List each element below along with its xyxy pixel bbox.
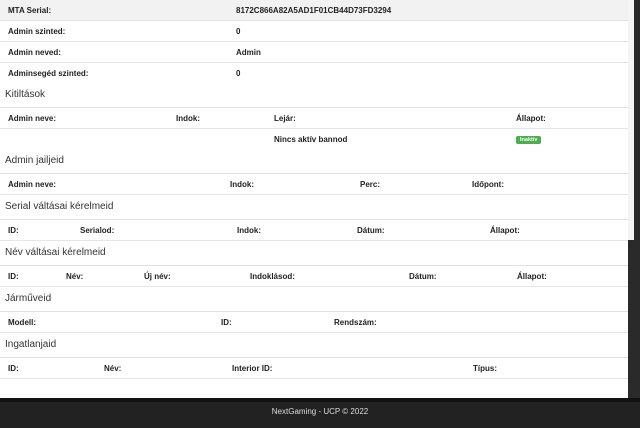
admin-name-value: Admin bbox=[236, 47, 261, 57]
name-col-new-name: Új név: bbox=[144, 271, 171, 281]
serial-value: 8172C866A82A5AD1F01CB44D73FD3294 bbox=[236, 5, 392, 15]
properties-col-name: Név: bbox=[104, 363, 122, 373]
jails-col-minutes: Perc: bbox=[360, 179, 381, 189]
status-badge: Inaktív bbox=[516, 136, 542, 144]
bans-title: Kitiltások bbox=[5, 89, 46, 100]
helper-level-value: 0 bbox=[236, 68, 241, 78]
properties-col-type: Típus: bbox=[473, 363, 497, 373]
bans-empty-row: Nincs aktív bannod Inaktív bbox=[0, 129, 628, 150]
serial-col-reason: Indok: bbox=[237, 225, 261, 235]
name-col-name: Név: bbox=[66, 271, 84, 281]
name-requests-section-header: Név váltásai kérelmeid bbox=[0, 241, 628, 266]
vehicles-header-row: Modell: ID: Rendszám: bbox=[0, 312, 628, 333]
info-row-helper-level: Adminsegéd szinted: 0 bbox=[0, 62, 628, 84]
jails-header-row: Admin neve: Indok: Perc: Időpont: bbox=[0, 174, 628, 195]
info-row-admin-level: Admin szinted: 0 bbox=[0, 20, 628, 42]
serial-col-id: ID: bbox=[8, 225, 19, 235]
name-requests-header-row: ID: Név: Új név: Indoklásod: Dátum: Álla… bbox=[0, 266, 628, 287]
serial-requests-title: Serial váltásai kérelmeid bbox=[5, 201, 114, 212]
properties-section-header: Ingatlanjaid bbox=[0, 333, 628, 358]
jails-table: Admin neve: Indok: Perc: Időpont: bbox=[0, 174, 628, 195]
properties-header-row: ID: Név: Interior ID: Típus: bbox=[0, 358, 628, 379]
admin-level-value: 0 bbox=[236, 26, 241, 36]
vehicles-title: Járműveid bbox=[5, 293, 52, 304]
serial-label: MTA Serial: bbox=[8, 5, 52, 15]
jails-title: Admin jailjeid bbox=[5, 155, 64, 166]
properties-col-interior: Interior ID: bbox=[232, 363, 273, 373]
bans-col-expires: Lejár: bbox=[274, 113, 296, 123]
properties-table: ID: Név: Interior ID: Típus: bbox=[0, 358, 628, 379]
name-requests-table: ID: Név: Új név: Indoklásod: Dátum: Álla… bbox=[0, 266, 628, 287]
bans-header-row: Admin neve: Indok: Lejár: Állapot: bbox=[0, 108, 628, 129]
footer: NextGaming - UCP © 2022 bbox=[0, 398, 640, 428]
vehicles-col-id: ID: bbox=[221, 317, 232, 327]
footer-copyright: NextGaming - UCP © 2022 bbox=[271, 407, 369, 416]
serial-col-date: Dátum: bbox=[357, 225, 385, 235]
jails-col-reason: Indok: bbox=[230, 179, 254, 189]
serial-requests-table: ID: Serialod: Indok: Dátum: Állapot: bbox=[0, 220, 628, 241]
jails-section-header: Admin jailjeid bbox=[0, 149, 628, 174]
bans-col-admin: Admin neve: bbox=[8, 113, 57, 123]
name-col-justification: Indoklásod: bbox=[250, 271, 295, 281]
jails-col-admin: Admin neve: bbox=[8, 179, 57, 189]
helper-level-label: Adminsegéd szinted: bbox=[8, 68, 89, 78]
name-col-date: Dátum: bbox=[409, 271, 437, 281]
bans-col-status: Állapot: bbox=[516, 113, 546, 123]
admin-name-label: Admin neved: bbox=[8, 47, 61, 57]
name-requests-title: Név váltásai kérelmeid bbox=[5, 247, 106, 258]
bans-empty-text: Nincs aktív bannod bbox=[274, 134, 348, 144]
jails-col-time: Időpont: bbox=[472, 179, 504, 189]
serial-col-serial: Serialod: bbox=[80, 225, 115, 235]
profile-content: MTA Serial: 8172C866A82A5AD1F01CB44D73FD… bbox=[0, 0, 628, 398]
serial-requests-header-row: ID: Serialod: Indok: Dátum: Állapot: bbox=[0, 220, 628, 241]
right-edge bbox=[628, 0, 640, 398]
name-col-id: ID: bbox=[8, 271, 19, 281]
properties-col-id: ID: bbox=[8, 363, 19, 373]
name-col-status: Állapot: bbox=[517, 271, 547, 281]
vehicles-table: Modell: ID: Rendszám: bbox=[0, 312, 628, 333]
info-row-admin-name: Admin neved: Admin bbox=[0, 41, 628, 63]
properties-title: Ingatlanjaid bbox=[5, 339, 57, 350]
bans-section-header: Kitiltások bbox=[0, 83, 628, 108]
bans-table: Admin neve: Indok: Lejár: Állapot: Nincs… bbox=[0, 108, 628, 149]
info-row-serial: MTA Serial: 8172C866A82A5AD1F01CB44D73FD… bbox=[0, 0, 628, 21]
vehicles-col-model: Modell: bbox=[8, 317, 36, 327]
serial-requests-section-header: Serial váltásai kérelmeid bbox=[0, 195, 628, 220]
account-info-table: MTA Serial: 8172C866A82A5AD1F01CB44D73FD… bbox=[0, 0, 628, 83]
vehicles-col-plate: Rendszám: bbox=[334, 317, 377, 327]
admin-level-label: Admin szinted: bbox=[8, 26, 66, 36]
vehicles-section-header: Járműveid bbox=[0, 287, 628, 312]
serial-col-status: Állapot: bbox=[490, 225, 520, 235]
bans-col-reason: Indok: bbox=[176, 113, 200, 123]
